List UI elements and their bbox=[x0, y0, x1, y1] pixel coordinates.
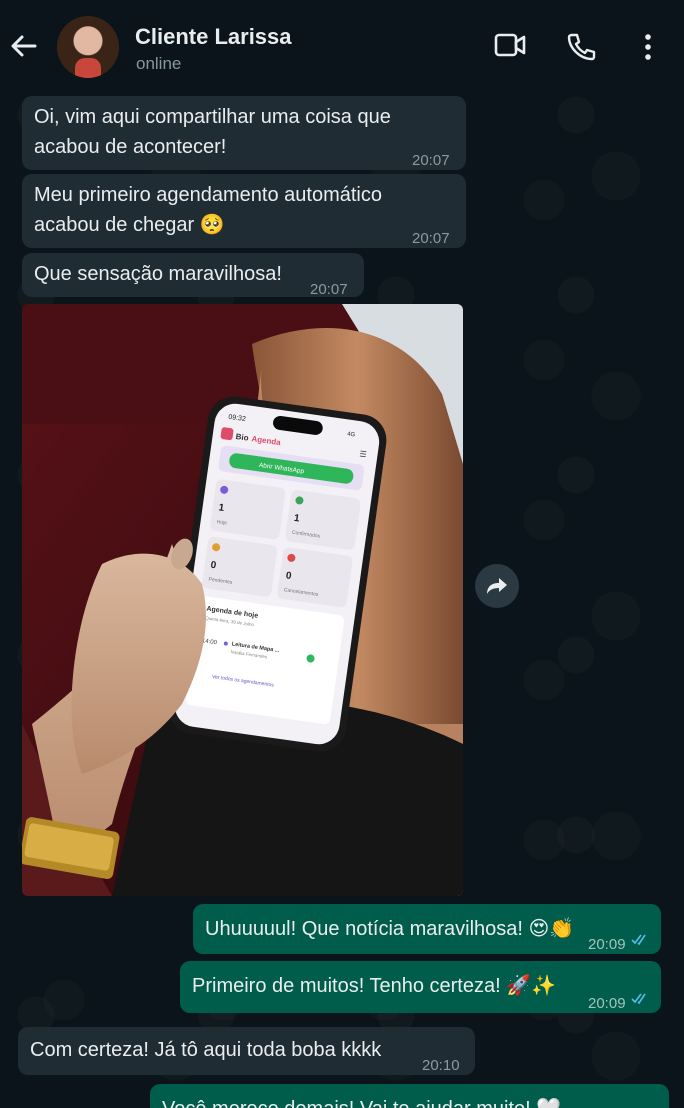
forward-icon bbox=[487, 578, 507, 594]
message-text: Que sensação maravilhosa! bbox=[34, 263, 282, 285]
app-name: Bio bbox=[235, 432, 249, 443]
photo-message[interactable]: 09:32 4G Bio Agenda ☰ Abrir WhatsApp 1 H… bbox=[22, 304, 463, 896]
message-outgoing[interactable]: Você merece demais! Vai te ajudar muito!… bbox=[150, 1084, 669, 1108]
contact-name[interactable]: Cliente Larissa bbox=[135, 24, 292, 50]
menu-icon: ☰ bbox=[359, 449, 367, 459]
message-time: 20:09 bbox=[588, 936, 626, 953]
message-time: 20:07 bbox=[310, 281, 348, 298]
video-call-icon[interactable] bbox=[494, 32, 526, 58]
message-text: Você merece demais! Vai te ajudar muito!… bbox=[162, 1090, 657, 1108]
message-text: acabou de acontecer! bbox=[34, 136, 227, 158]
message-incoming[interactable]: Meu primeiro agendamento automático acab… bbox=[22, 174, 466, 248]
message-time: 20:07 bbox=[412, 230, 450, 247]
message-incoming[interactable]: Que sensação maravilhosa! 20:07 bbox=[22, 253, 364, 298]
message-text: Primeiro de muitos! Tenho certeza! 🚀✨ bbox=[192, 975, 557, 997]
back-arrow-icon[interactable] bbox=[8, 30, 40, 62]
message-incoming[interactable]: Com certeza! Já tô aqui toda boba kkkk 2… bbox=[18, 1027, 475, 1075]
message-time: 20:10 bbox=[422, 1057, 460, 1074]
more-vert-icon[interactable] bbox=[640, 32, 656, 62]
read-receipt-icon bbox=[631, 934, 646, 945]
contact-status: online bbox=[136, 54, 182, 73]
app-logo-icon bbox=[220, 427, 234, 441]
message-incoming[interactable]: Oi, vim aqui compartilhar uma coisa que … bbox=[22, 96, 466, 170]
message-text: acabou de chegar 🥺 bbox=[34, 214, 225, 236]
photo-illustration: 09:32 4G Bio Agenda ☰ Abrir WhatsApp 1 H… bbox=[22, 304, 463, 896]
message-text: Uhuuuuul! Que notícia maravilhosa! 😍👏 bbox=[205, 918, 575, 940]
read-receipt-icon bbox=[631, 993, 646, 1004]
message-outgoing[interactable]: Primeiro de muitos! Tenho certeza! 🚀✨ 20… bbox=[180, 961, 661, 1013]
avatar[interactable] bbox=[57, 16, 119, 78]
message-text: Com certeza! Já tô aqui toda boba kkkk bbox=[30, 1039, 382, 1061]
message-text: Meu primeiro agendamento automático bbox=[34, 184, 382, 206]
message-text: Oi, vim aqui compartilhar uma coisa que bbox=[34, 106, 391, 128]
message-time: 20:09 bbox=[588, 995, 626, 1012]
phone-signal: 4G bbox=[347, 431, 356, 438]
forward-button[interactable] bbox=[475, 564, 519, 608]
message-outgoing[interactable]: Uhuuuuul! Que notícia maravilhosa! 😍👏 20… bbox=[193, 904, 661, 954]
phone-icon[interactable] bbox=[566, 32, 596, 62]
chat-header: Cliente Larissa online bbox=[0, 0, 684, 88]
message-time: 20:07 bbox=[412, 152, 450, 169]
